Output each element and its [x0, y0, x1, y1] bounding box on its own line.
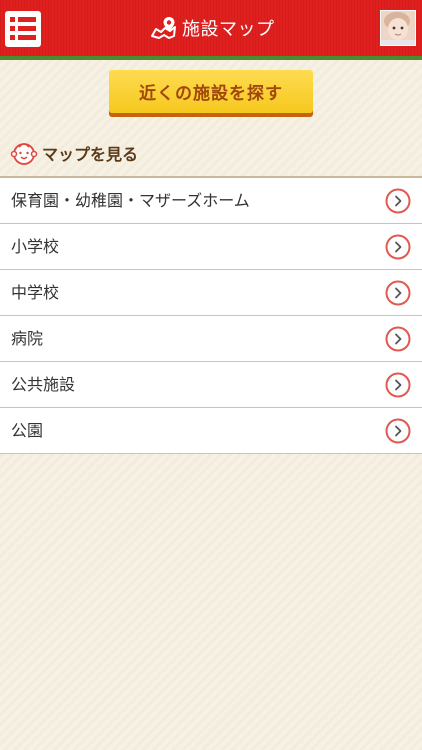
chevron-right-circle-icon: [385, 234, 411, 260]
avatar[interactable]: [380, 10, 416, 46]
list-item-label: 中学校: [11, 283, 60, 302]
header-title-group: 施設マップ: [150, 14, 275, 42]
list-item-label: 保育園・幼稚園・マザーズホーム: [11, 191, 250, 210]
chevron-right-circle-icon: [385, 372, 411, 398]
chevron-right-circle-icon: [385, 188, 411, 214]
find-nearby-label: 近くの施設を探す: [139, 84, 283, 104]
header-accent-line: [0, 56, 422, 60]
page-title: 施設マップ: [182, 19, 275, 40]
baby-face-icon: [10, 143, 38, 165]
section-title: マップを見る: [42, 145, 139, 164]
find-nearby-button[interactable]: 近くの施設を探す: [109, 70, 313, 113]
list-item-hospital[interactable]: 病院: [0, 316, 422, 362]
list-item-label: 公共施設: [11, 375, 76, 394]
list-item-label: 公園: [11, 421, 44, 440]
list-item-public-facility[interactable]: 公共施設: [0, 362, 422, 408]
menu-button[interactable]: [5, 11, 41, 47]
facility-list: 保育園・幼稚園・マザーズホーム 小学校 中学校 病院 公共施設 公園: [0, 176, 422, 454]
list-item-junior-high-school[interactable]: 中学校: [0, 270, 422, 316]
map-pin-icon: [151, 17, 176, 39]
list-item-label: 病院: [11, 329, 44, 348]
list-item-nursery[interactable]: 保育園・幼稚園・マザーズホーム: [0, 178, 422, 224]
chevron-right-circle-icon: [385, 280, 411, 306]
list-item-elementary-school[interactable]: 小学校: [0, 224, 422, 270]
chevron-right-circle-icon: [385, 326, 411, 352]
chevron-right-circle-icon: [385, 418, 411, 444]
list-item-park[interactable]: 公園: [0, 408, 422, 454]
baby-photo-avatar: [381, 11, 415, 45]
list-menu-icon: [10, 17, 36, 22]
section-heading: マップを見る: [10, 138, 138, 168]
list-item-label: 小学校: [11, 237, 60, 256]
app-header: 施設マップ: [0, 0, 422, 56]
